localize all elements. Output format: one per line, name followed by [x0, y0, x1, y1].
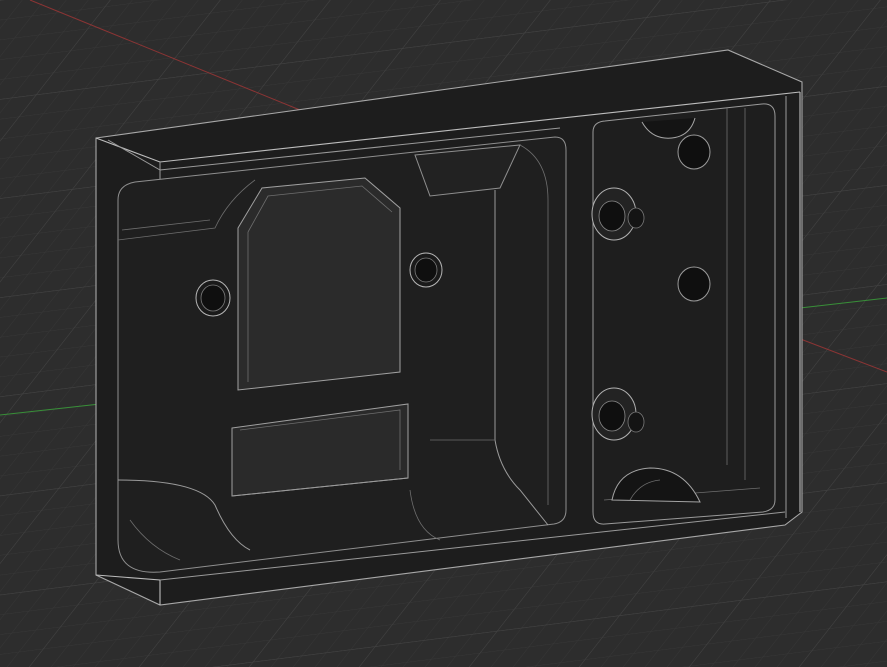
right-hole-1 [677, 134, 711, 170]
square-window [237, 177, 401, 391]
mount-hole-left [195, 279, 231, 317]
viewport-canvas[interactable] [0, 0, 887, 667]
right-compartment [592, 103, 776, 525]
cad-viewport[interactable] [0, 0, 887, 667]
enclosure-model[interactable] [95, 49, 803, 606]
right-hole-2 [677, 266, 711, 302]
mount-hole-center [409, 252, 443, 288]
